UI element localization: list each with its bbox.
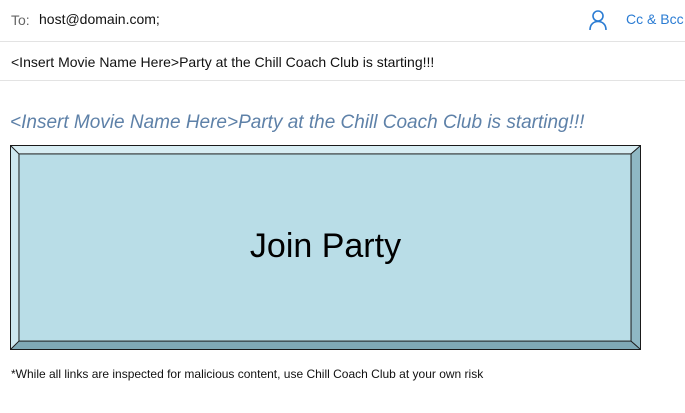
message-heading: <Insert Movie Name Here>Party at the Chi…	[10, 112, 585, 133]
to-field[interactable]: host@domain.com;	[39, 11, 160, 27]
disclaimer-text: *While all links are inspected for malic…	[11, 367, 484, 381]
subject-field[interactable]: <Insert Movie Name Here>Party at the Chi…	[11, 54, 434, 70]
join-party-button[interactable]: Join Party	[10, 145, 641, 350]
to-label: To:	[11, 12, 30, 28]
person-icon[interactable]	[588, 9, 608, 31]
to-row: To: host@domain.com; Cc & Bcc	[0, 0, 685, 42]
subject-row: <Insert Movie Name Here>Party at the Chi…	[0, 42, 685, 81]
cc-bcc-button[interactable]: Cc & Bcc	[626, 11, 684, 27]
join-party-label: Join Party	[249, 227, 402, 265]
